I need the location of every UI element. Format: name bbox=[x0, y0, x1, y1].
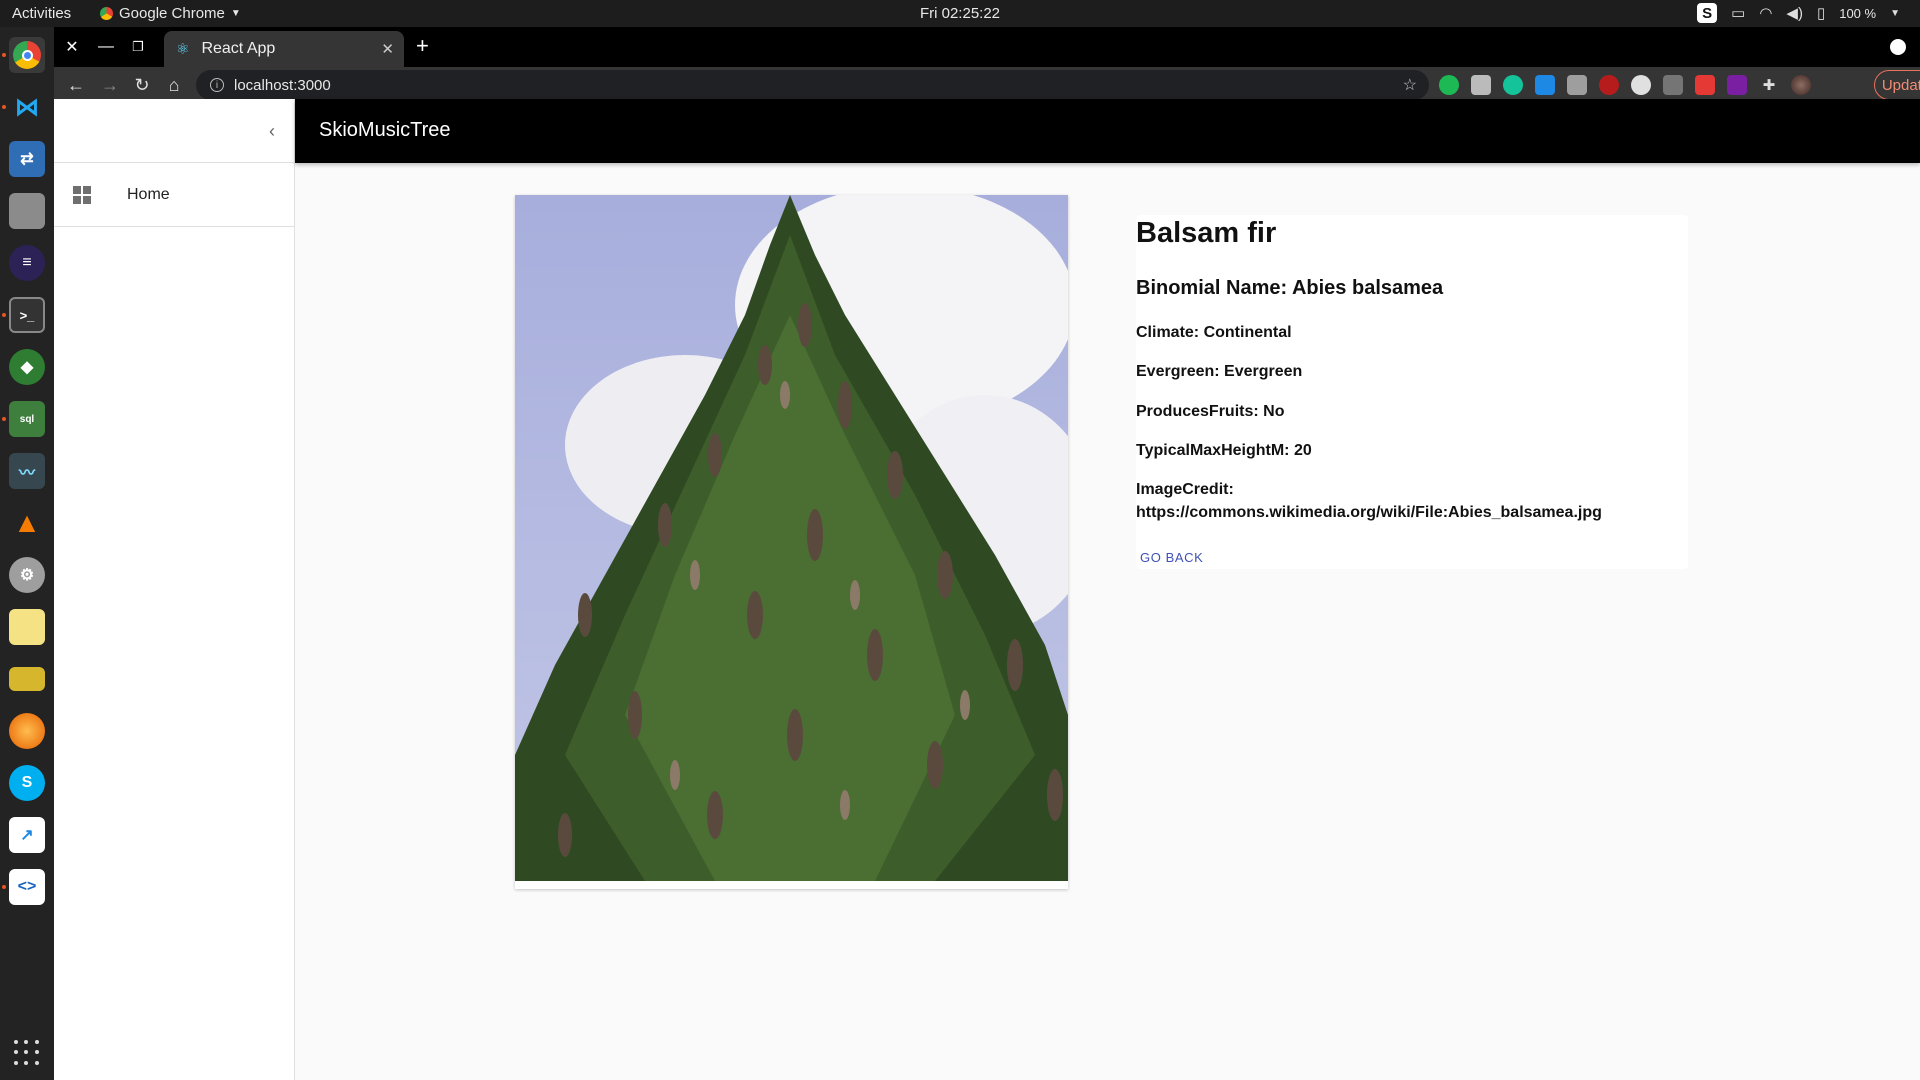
chevron-down-icon[interactable]: ▼ bbox=[1890, 8, 1900, 19]
skype-tray-icon[interactable]: S bbox=[1697, 3, 1718, 23]
tab-strip: ✕ — ❐ ⚛ React App ✕ + bbox=[54, 27, 1920, 67]
extension-green-icon[interactable] bbox=[1439, 75, 1459, 95]
image-credit-label: ImageCredit: bbox=[1136, 481, 1234, 498]
sidebar-item-label: Home bbox=[127, 185, 170, 203]
home-icon[interactable]: ⌂ bbox=[162, 73, 186, 97]
address-bar[interactable]: i localhost:3000 ☆ bbox=[196, 70, 1429, 100]
app-title: SkioMusicTree bbox=[319, 119, 451, 141]
terminal-icon[interactable]: >_ bbox=[9, 297, 45, 333]
vscode-icon[interactable]: ⋈ bbox=[9, 89, 45, 125]
stats-icon[interactable]: ↗ bbox=[9, 817, 45, 853]
show-apps-icon[interactable] bbox=[14, 1040, 40, 1066]
profile-avatar[interactable] bbox=[1791, 75, 1811, 95]
extension-white-icon[interactable] bbox=[1631, 75, 1651, 95]
running-indicator bbox=[2, 53, 6, 57]
ublock-icon[interactable] bbox=[1599, 75, 1619, 95]
max-height-field: TypicalMaxHeightM: 20 bbox=[1136, 442, 1312, 459]
tree-photo bbox=[515, 195, 1068, 881]
climate-field: Climate: Continental bbox=[1136, 324, 1292, 341]
system-tray[interactable]: S ▭ ◠ ◀) ▯ 100 % ▼ bbox=[1697, 3, 1900, 23]
sidebar-item-home[interactable]: Home bbox=[54, 163, 294, 227]
wifi-icon: ◠ bbox=[1759, 5, 1773, 22]
extension-cloud-icon[interactable] bbox=[1663, 75, 1683, 95]
settings-icon[interactable]: ⚙ bbox=[9, 557, 45, 593]
tree-details-card: Balsam fir Binomial Name: Abies balsamea… bbox=[1136, 215, 1688, 569]
grammarly-icon[interactable] bbox=[1503, 75, 1523, 95]
go-back-button[interactable]: GO BACK bbox=[1136, 546, 1207, 569]
sqlite-icon[interactable]: sql bbox=[9, 401, 45, 437]
reload-icon[interactable]: ↻ bbox=[130, 73, 154, 97]
side-drawer: ‹ Home bbox=[54, 99, 295, 1080]
puzzle-icon[interactable]: ✚ bbox=[1759, 75, 1779, 95]
site-info-icon[interactable]: i bbox=[210, 78, 224, 92]
react-favicon-icon: ⚛ bbox=[176, 41, 190, 58]
back-icon[interactable]: ← bbox=[64, 73, 88, 97]
close-window-icon[interactable]: ✕ bbox=[60, 35, 84, 59]
firefox-icon[interactable] bbox=[9, 713, 45, 749]
robo3t-icon[interactable]: ◆ bbox=[9, 349, 45, 385]
extensions-bar: ✚ bbox=[1439, 75, 1811, 95]
app-menu-label: Google Chrome bbox=[119, 5, 225, 22]
tab-react-app[interactable]: ⚛ React App ✕ bbox=[164, 31, 404, 67]
volume-icon: ◀) bbox=[1786, 5, 1803, 22]
dock: ⋈ ⇄ ≡ >_ ◆ sql 〰 ▲ ⚙ S ↗ <> bbox=[0, 27, 54, 1080]
extension-blue-icon[interactable] bbox=[1535, 75, 1555, 95]
files-icon[interactable] bbox=[9, 193, 45, 229]
window-tray-icon[interactable]: ▭ bbox=[1731, 4, 1745, 22]
update-label: Update bbox=[1881, 76, 1920, 94]
update-button[interactable]: Update ⋮ bbox=[1874, 70, 1920, 100]
running-indicator bbox=[2, 313, 6, 317]
extension-red-icon[interactable] bbox=[1695, 75, 1715, 95]
minimize-window-icon[interactable]: — bbox=[94, 35, 118, 59]
activities-button[interactable]: Activities bbox=[12, 5, 71, 22]
web-page: ‹ Home SkioMusicTree Balsam fir Binomial… bbox=[54, 99, 1920, 1080]
dashboard-icon bbox=[73, 185, 91, 204]
app-bar: SkioMusicTree bbox=[295, 99, 1920, 163]
skype-icon[interactable]: S bbox=[9, 765, 45, 801]
extension-gray-icon[interactable] bbox=[1567, 75, 1587, 95]
code-editor-icon[interactable]: <> bbox=[9, 869, 45, 905]
restore-window-icon[interactable]: ❐ bbox=[126, 35, 150, 59]
close-tab-icon[interactable]: ✕ bbox=[381, 40, 394, 58]
tab-title: React App bbox=[201, 40, 276, 57]
eclipse-icon[interactable]: ≡ bbox=[9, 245, 45, 281]
toolbar: ← → ↻ ⌂ i localhost:3000 ☆ ✚ Update ⋮ bbox=[54, 67, 1920, 103]
tree-image-card bbox=[515, 195, 1068, 889]
forward-icon[interactable]: → bbox=[98, 73, 122, 97]
produces-fruits-field: ProducesFruits: No bbox=[1136, 403, 1285, 420]
notes-icon[interactable] bbox=[9, 609, 45, 645]
ruler-icon[interactable] bbox=[9, 667, 45, 691]
running-indicator bbox=[2, 417, 6, 421]
image-credit-url: https://commons.wikimedia.org/wiki/File:… bbox=[1136, 504, 1602, 521]
network-icon[interactable]: ⇄ bbox=[9, 141, 45, 177]
drawer-header: ‹ bbox=[54, 99, 294, 163]
gnome-top-bar: Activities Google Chrome ▼ Fri 02:25:22 … bbox=[0, 0, 1920, 27]
extension-v-icon[interactable] bbox=[1471, 75, 1491, 95]
tree-name: Balsam fir bbox=[1136, 217, 1277, 249]
caret-down-icon: ▼ bbox=[230, 8, 241, 19]
chrome-icon[interactable] bbox=[9, 37, 45, 73]
url-text: localhost:3000 bbox=[234, 76, 331, 94]
battery-level: 100 % bbox=[1839, 5, 1877, 21]
tab-search-icon[interactable] bbox=[1890, 39, 1906, 55]
system-monitor-icon[interactable]: 〰 bbox=[9, 453, 45, 489]
running-indicator bbox=[2, 885, 6, 889]
chrome-small-icon bbox=[100, 7, 113, 20]
new-tab-button[interactable]: + bbox=[416, 35, 429, 57]
extension-purple-icon[interactable] bbox=[1727, 75, 1747, 95]
battery-icon: ▯ bbox=[1816, 5, 1826, 22]
chevron-left-icon[interactable]: ‹ bbox=[258, 117, 286, 145]
bookmark-star-icon[interactable]: ☆ bbox=[1403, 75, 1417, 95]
vlc-icon[interactable]: ▲ bbox=[9, 505, 45, 541]
chrome-logo-icon bbox=[13, 41, 41, 69]
running-indicator bbox=[2, 105, 6, 109]
app-menu[interactable]: Google Chrome ▼ bbox=[100, 5, 241, 22]
binomial-name: Binomial Name: Abies balsamea bbox=[1136, 277, 1444, 299]
clock[interactable]: Fri 02:25:22 bbox=[0, 5, 1920, 22]
evergreen-field: Evergreen: Evergreen bbox=[1136, 363, 1303, 380]
